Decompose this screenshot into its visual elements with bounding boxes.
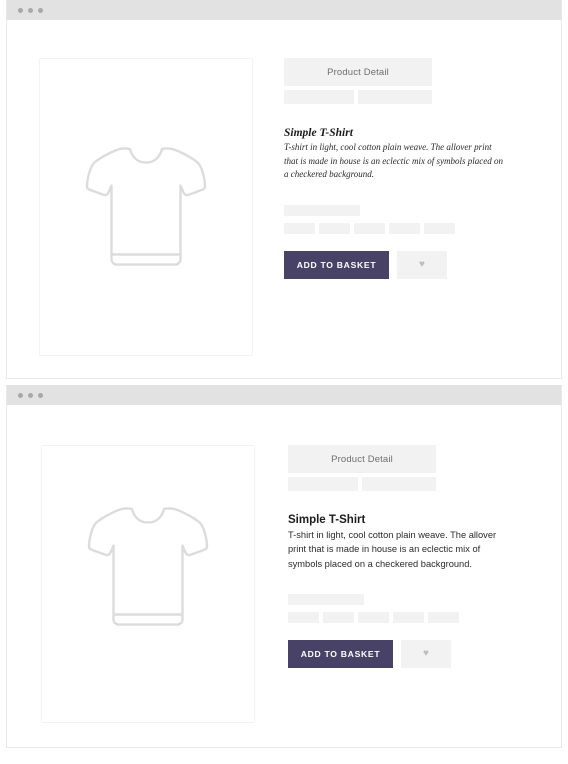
product-text-block: Simple T-Shirt T-shirt in light, cool co… xyxy=(284,127,506,182)
window-maximize-dot[interactable] xyxy=(38,392,43,398)
tab-placeholder[interactable] xyxy=(358,90,432,104)
size-swatch[interactable] xyxy=(319,222,350,234)
size-swatch-row xyxy=(288,612,506,624)
heart-icon: ♥ xyxy=(419,258,425,270)
window-titlebar[interactable] xyxy=(7,385,561,405)
product-description: T-shirt in light, cool cotton plain weav… xyxy=(284,142,503,179)
add-to-basket-button[interactable]: ADD TO BASKET xyxy=(288,640,393,669)
product-title: Simple T-Shirt xyxy=(288,514,366,526)
wishlist-button[interactable]: ♥ xyxy=(401,640,451,669)
size-swatch[interactable] xyxy=(354,222,385,234)
tshirt-icon xyxy=(87,507,208,626)
tab-placeholder-row xyxy=(284,90,506,104)
window-body: Product Detail Simple T-Shirt T-shirt in… xyxy=(7,405,561,747)
size-swatch[interactable] xyxy=(428,612,459,624)
tab-placeholder[interactable] xyxy=(288,477,358,491)
wishlist-button[interactable]: ♥ xyxy=(397,250,447,279)
product-image-frame[interactable] xyxy=(40,445,255,723)
browser-window-sans: Product Detail Simple T-Shirt T-shirt in… xyxy=(6,385,562,748)
size-swatch[interactable] xyxy=(323,612,354,624)
product-gallery xyxy=(7,405,288,747)
window-maximize-dot[interactable] xyxy=(38,7,43,13)
product-options xyxy=(284,204,506,234)
size-swatch[interactable] xyxy=(393,612,424,624)
product-info: Product Detail Simple T-Shirt T-shirt in… xyxy=(288,405,561,747)
size-swatch[interactable] xyxy=(389,222,420,234)
window-body: Product Detail Simple T-Shirt T-shirt in… xyxy=(7,20,561,378)
product-gallery xyxy=(7,20,284,378)
browser-window-serif: Product Detail Simple T-Shirt T-shirt in… xyxy=(6,0,562,379)
product-info: Product Detail Simple T-Shirt T-shirt in… xyxy=(284,20,561,378)
product-title: Simple T-Shirt xyxy=(284,127,353,139)
tab-placeholder-row xyxy=(288,477,506,491)
size-swatch[interactable] xyxy=(358,612,389,624)
window-close-dot[interactable] xyxy=(18,7,23,13)
size-swatch[interactable] xyxy=(284,222,315,234)
tshirt-icon xyxy=(85,147,206,266)
tab-product-detail-label: Product Detail xyxy=(327,66,389,78)
product-options xyxy=(288,594,506,624)
tab-placeholder[interactable] xyxy=(362,477,436,491)
size-swatch[interactable] xyxy=(288,612,319,624)
window-close-dot[interactable] xyxy=(18,392,23,398)
add-to-basket-button[interactable]: ADD TO BASKET xyxy=(284,250,389,279)
window-titlebar[interactable] xyxy=(7,0,561,20)
tab-product-detail-label: Product Detail xyxy=(331,453,393,465)
action-row: ADD TO BASKET ♥ xyxy=(288,640,506,669)
tab-placeholder[interactable] xyxy=(284,90,354,104)
window-minimize-dot[interactable] xyxy=(28,392,33,398)
option-label-placeholder xyxy=(288,594,364,606)
heart-icon: ♥ xyxy=(423,648,429,660)
size-swatch-row xyxy=(284,222,506,234)
tab-product-detail[interactable]: Product Detail xyxy=(284,58,432,86)
product-text-block: Simple T-Shirt T-shirt in light, cool co… xyxy=(288,514,506,571)
action-row: ADD TO BASKET ♥ xyxy=(284,250,506,279)
tab-product-detail[interactable]: Product Detail xyxy=(288,445,436,473)
product-image-frame[interactable] xyxy=(38,58,253,356)
product-description: T-shirt in light, cool cotton plain weav… xyxy=(288,530,497,569)
size-swatch[interactable] xyxy=(424,222,455,234)
option-label-placeholder xyxy=(284,204,360,216)
window-stack: Product Detail Simple T-Shirt T-shirt in… xyxy=(0,0,568,764)
window-minimize-dot[interactable] xyxy=(28,7,33,13)
